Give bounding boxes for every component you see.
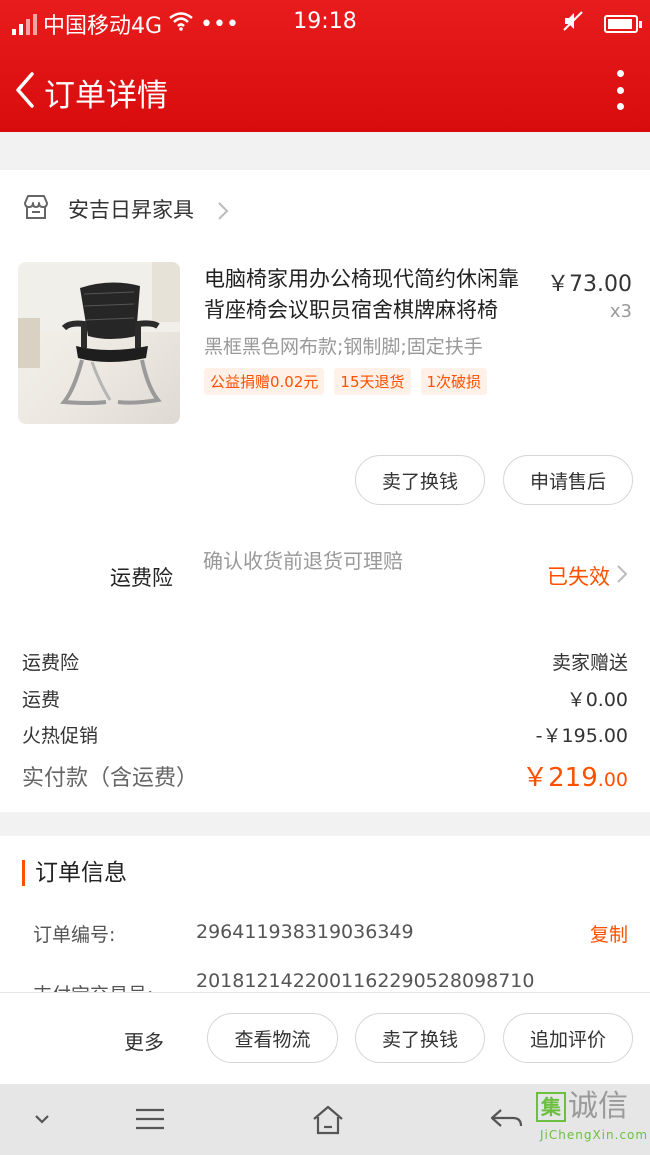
fee-value: 卖家赠送 bbox=[551, 652, 628, 674]
fee-row: 运费险 卖家赠送 bbox=[22, 648, 628, 675]
watermark-url: JiChengXin.com bbox=[540, 1128, 649, 1142]
battery-icon bbox=[604, 15, 642, 33]
home-icon[interactable] bbox=[308, 1102, 348, 1138]
system-nav-bar: 集 诚信 JiChengXin.com bbox=[0, 1084, 650, 1155]
status-right bbox=[562, 10, 642, 38]
fee-value: -￥195.00 bbox=[535, 725, 628, 747]
status-bar: 中国移动4G ••• 19:18 bbox=[0, 0, 650, 46]
tag-return: 15天退货 bbox=[334, 368, 411, 395]
fee-label: 运费险 bbox=[22, 652, 80, 674]
product-image[interactable] bbox=[18, 262, 180, 424]
total-amount: ￥219.00 bbox=[522, 757, 628, 794]
order-info-card: 订单信息 订单编号: 296411938319036349 复制 支付宝交易号:… bbox=[0, 836, 650, 996]
fee-label: 运费 bbox=[22, 689, 61, 711]
trade-no-value: 2018121422001162290528098710 bbox=[196, 970, 535, 992]
watermark-box: 集 bbox=[536, 1092, 566, 1122]
total-label: 实付款（含运费） bbox=[22, 766, 199, 791]
menu-icon[interactable] bbox=[130, 1102, 170, 1138]
product-spec: 黑框黑色网布款;钢制脚;固定扶手 bbox=[204, 336, 483, 358]
bottom-action-bar: 更多 查看物流 卖了换钱 追加评价 bbox=[0, 992, 650, 1084]
back-arrow-icon bbox=[16, 72, 34, 108]
page-title: 订单详情 bbox=[44, 78, 168, 114]
total-cents: .00 bbox=[597, 769, 628, 791]
back-icon[interactable] bbox=[487, 1102, 527, 1138]
total-integer: 219 bbox=[548, 763, 598, 793]
nav-bar: 订单详情 bbox=[0, 50, 650, 130]
fee-label: 火热促销 bbox=[22, 725, 99, 747]
tag-damage: 1次破损 bbox=[420, 368, 488, 395]
insurance-status[interactable]: 已失效 bbox=[547, 561, 610, 591]
more-actions-button[interactable]: 更多 bbox=[124, 1026, 164, 1055]
clock: 19:18 bbox=[293, 9, 357, 34]
view-logistics-button[interactable]: 查看物流 bbox=[207, 1013, 338, 1063]
product-title[interactable]: 电脑椅家用办公椅现代简约休闲靠背座椅会议职员宿舍棋牌麻将椅 bbox=[204, 264, 534, 326]
chevron-down-icon[interactable] bbox=[22, 1102, 62, 1138]
product-tags: 公益捐赠0.02元 15天退货 1次破损 bbox=[204, 368, 488, 395]
sell-button[interactable]: 卖了换钱 bbox=[355, 1013, 485, 1063]
chevron-right-icon[interactable] bbox=[616, 564, 628, 584]
fee-value: ￥0.00 bbox=[566, 689, 628, 711]
currency-symbol: ￥ bbox=[522, 763, 549, 793]
after-sale-button[interactable]: 申请售后 bbox=[503, 455, 633, 505]
more-menu-button[interactable] bbox=[612, 70, 628, 110]
shop-name: 安吉日昇家具 bbox=[68, 198, 194, 222]
mute-icon bbox=[562, 10, 584, 38]
product-quantity: x3 bbox=[609, 301, 632, 322]
header: 中国移动4G ••• 19:18 订单详情 bbox=[0, 0, 650, 132]
shop-link[interactable]: 安吉日昇家具 bbox=[22, 194, 194, 224]
section-title: 订单信息 bbox=[22, 860, 127, 886]
insurance-label: 运费险 bbox=[110, 566, 173, 590]
watermark-logo: 集 诚信 bbox=[536, 1092, 628, 1122]
tag-charity: 公益捐赠0.02元 bbox=[204, 368, 325, 395]
product-price: ￥73.00 bbox=[547, 272, 632, 297]
fee-row: 运费 ￥0.00 bbox=[22, 685, 628, 712]
add-review-button[interactable]: 追加评价 bbox=[503, 1013, 633, 1063]
insurance-description: 确认收货前退货可理赔 bbox=[203, 549, 403, 573]
order-no-label: 订单编号: bbox=[33, 924, 116, 946]
copy-button[interactable]: 复制 bbox=[590, 920, 628, 947]
back-button[interactable] bbox=[8, 68, 42, 112]
order-no-value: 296411938319036349 bbox=[196, 921, 414, 943]
sell-button[interactable]: 卖了换钱 bbox=[355, 455, 485, 505]
order-item-card: 安吉日昇家具 电脑椅家用办公椅现代简约休闲靠背座椅会议职员宿舍棋牌麻将椅 ￥73… bbox=[0, 170, 650, 812]
store-icon bbox=[22, 194, 50, 224]
chevron-right-icon bbox=[218, 202, 229, 220]
fee-row: 火热促销 -￥195.00 bbox=[22, 721, 628, 748]
watermark-text: 诚信 bbox=[568, 1089, 628, 1124]
